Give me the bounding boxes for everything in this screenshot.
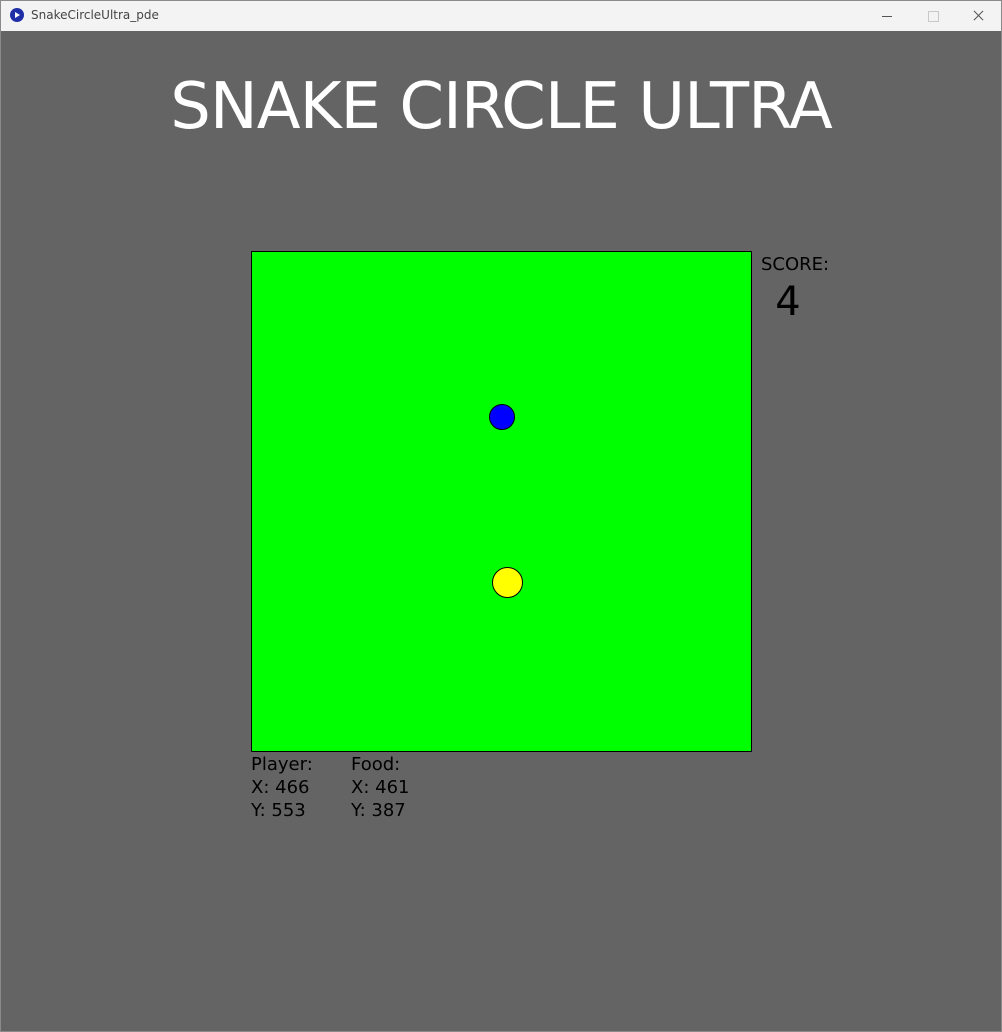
food-label: Food: xyxy=(351,754,401,775)
minimize-button[interactable] xyxy=(863,1,909,31)
food-coordinates: Food: X: 461 Y: 387 xyxy=(351,753,409,822)
title-bar[interactable]: SnakeCircleUltra_pde xyxy=(1,1,1001,31)
score-value: 4 xyxy=(775,279,801,325)
player-x: X: 466 xyxy=(251,777,310,798)
close-button[interactable] xyxy=(955,1,1001,31)
processing-app-icon xyxy=(10,8,24,22)
player-y: Y: 553 xyxy=(251,800,306,821)
game-title: SNAKE CIRCLE ULTRA xyxy=(170,70,832,144)
food-x: X: 461 xyxy=(351,777,410,798)
player-label: Player: xyxy=(251,754,313,775)
game-board[interactable] xyxy=(251,251,752,752)
app-window: SnakeCircleUltra_pde SNAKE CIRCLE ULTRA … xyxy=(0,0,1002,1032)
player-circle xyxy=(491,566,523,598)
maximize-button[interactable] xyxy=(909,1,955,31)
food-circle xyxy=(489,403,516,430)
food-y: Y: 387 xyxy=(351,800,406,821)
score-label: SCORE: xyxy=(761,254,830,275)
player-coordinates: Player: X: 466 Y: 553 xyxy=(251,753,313,822)
window-title: SnakeCircleUltra_pde xyxy=(31,8,159,22)
